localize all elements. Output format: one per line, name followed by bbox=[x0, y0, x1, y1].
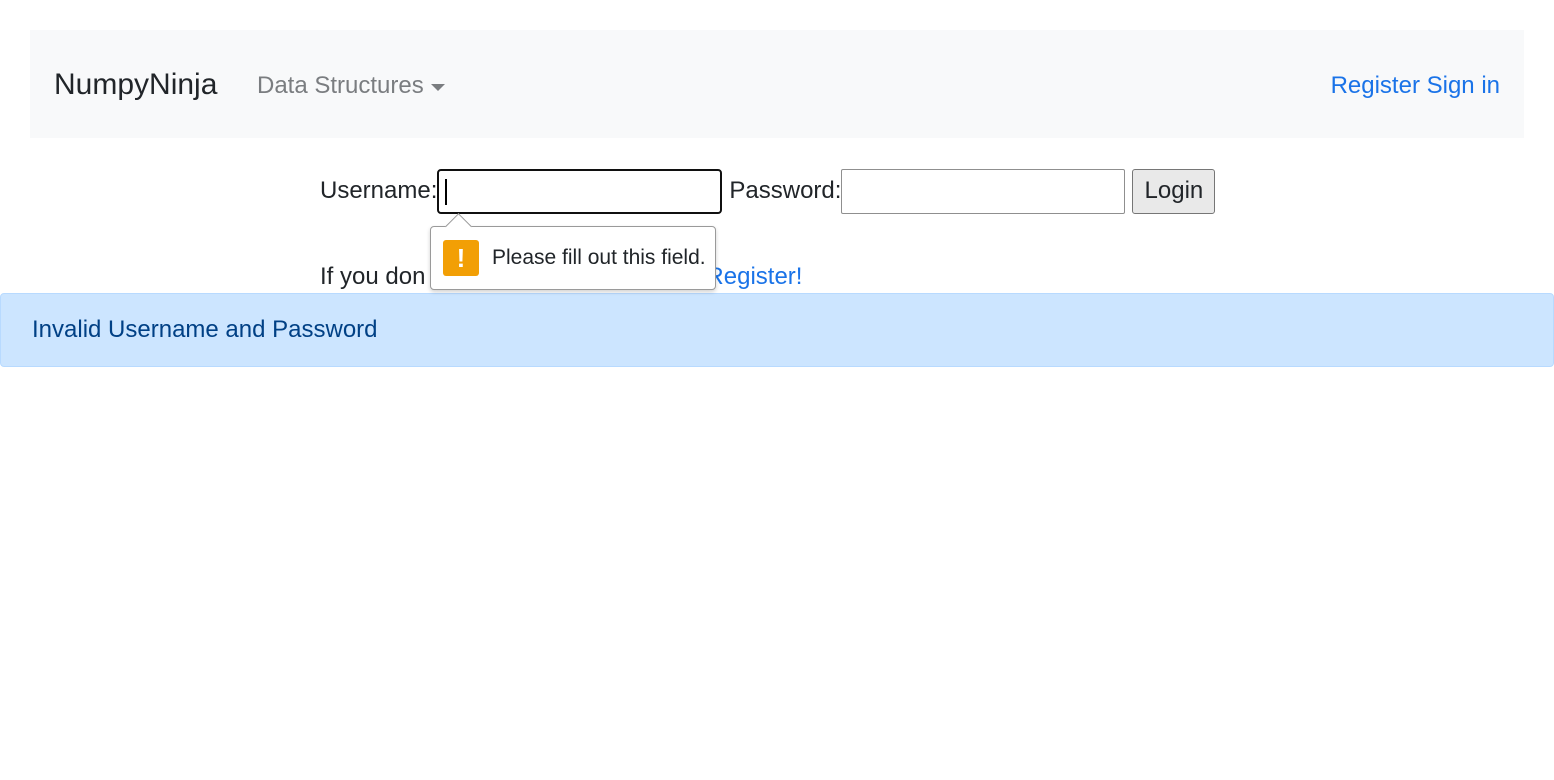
page: NumpyNinja Data Structures Register Sign… bbox=[0, 0, 1554, 780]
password-label: Password: bbox=[729, 177, 842, 204]
register-prompt-link[interactable]: Register! bbox=[706, 263, 802, 290]
error-alert: Invalid Username and Password bbox=[0, 293, 1554, 367]
username-label: Username: bbox=[320, 177, 438, 204]
register-link[interactable]: Register bbox=[1331, 72, 1420, 99]
caret-down-icon bbox=[430, 83, 445, 91]
tooltip-arrow bbox=[445, 213, 472, 240]
login-button[interactable]: Login bbox=[1132, 168, 1216, 214]
dropdown-label: Data Structures bbox=[257, 72, 424, 99]
register-prompt-text: If you don bbox=[320, 263, 426, 290]
text-cursor bbox=[445, 178, 448, 205]
password-input[interactable] bbox=[841, 168, 1126, 214]
brand-link[interactable]: NumpyNinja bbox=[54, 66, 217, 104]
validation-tooltip: ! Please fill out this field. bbox=[430, 213, 716, 290]
data-structures-dropdown[interactable]: Data Structures bbox=[257, 72, 445, 100]
warning-icon: ! bbox=[443, 240, 479, 276]
signin-link[interactable]: Sign in bbox=[1427, 72, 1500, 99]
tooltip-message: Please fill out this field. bbox=[492, 246, 706, 269]
login-form: Username: Password: Login bbox=[320, 168, 1216, 214]
navbar: NumpyNinja Data Structures Register Sign… bbox=[30, 30, 1524, 138]
nav-auth-links: Register Sign in bbox=[1331, 72, 1500, 100]
username-input[interactable] bbox=[437, 168, 723, 214]
